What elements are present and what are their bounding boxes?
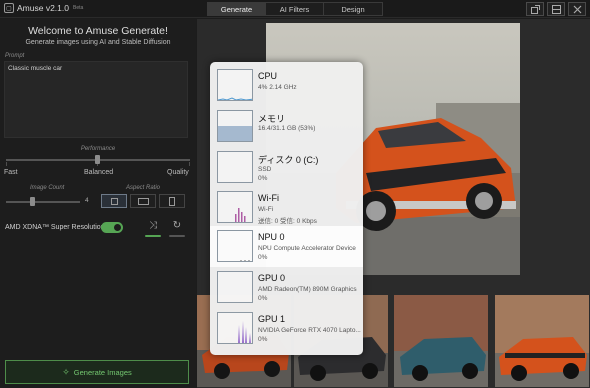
performance-slider-thumb[interactable]	[95, 155, 100, 164]
memory-fill	[218, 126, 252, 141]
app-name: Amuse v2.1.0	[17, 3, 69, 13]
perf-item-desc: 16.4/31.1 GB (53%)	[258, 125, 316, 132]
gpu1-graph	[217, 312, 253, 344]
app-title: ▢ Amuse v2.1.0 Beta	[4, 3, 83, 13]
perf-item-name: GPU 1	[258, 314, 286, 324]
app-badge: Beta	[72, 5, 84, 11]
perf-item-gpu0[interactable]: GPU 0 AMD Radeon(TM) 890M Graphics 0%	[210, 267, 363, 308]
aspect-square-button[interactable]	[101, 194, 127, 208]
tab-generate[interactable]: Generate	[208, 3, 266, 15]
perf-item-desc: NVIDIA GeForce RTX 4070 Lapto...	[258, 327, 361, 334]
disk-graph	[217, 151, 253, 183]
tick-fast: Fast	[4, 169, 18, 176]
perf-item-name: メモリ	[258, 114, 286, 124]
aspect-ratio-label: Aspect Ratio	[126, 185, 161, 191]
shuffle-icon[interactable]: ⤨	[146, 219, 160, 231]
square-icon	[110, 197, 118, 205]
aspect-landscape-button[interactable]	[130, 194, 156, 208]
perf-item-name: GPU 0	[258, 273, 286, 283]
welcome-subtitle: Generate images using AI and Stable Diff…	[25, 39, 171, 46]
title-bar: ▢ Amuse v2.1.0 Beta Generate AI Filters …	[0, 0, 590, 18]
perf-item-value: 送信: 0 受信: 0 Kbps	[258, 218, 317, 225]
cpu-graph	[217, 69, 253, 101]
memory-graph	[217, 110, 253, 142]
image-count-slider-track[interactable]	[6, 201, 80, 203]
performance-tick	[189, 162, 190, 166]
perf-item-name: CPU	[258, 71, 278, 81]
portrait-icon	[169, 196, 175, 206]
window-controls	[526, 2, 586, 16]
perf-item-gpu1[interactable]: GPU 1 NVIDIA GeForce RTX 4070 Lapto... 0…	[210, 308, 363, 349]
generate-images-button[interactable]: ✧ Generate Images	[5, 360, 189, 384]
wifi-graph	[217, 191, 253, 223]
perf-item-disk[interactable]: ディスク 0 (C:) SSD 0%	[210, 147, 363, 188]
perf-item-desc: SSD	[258, 166, 272, 173]
perf-item-desc: AMD Radeon(TM) 890M Graphics	[258, 286, 357, 293]
npu-graph	[217, 230, 253, 262]
perf-item-name: Wi-Fi	[258, 193, 279, 203]
performance-flyout: CPU 4% 2.14 GHz メモリ 16.4/31.1 GB (53%) デ…	[210, 62, 363, 355]
perf-item-value: 0%	[258, 336, 268, 343]
welcome-title: Welcome to Amuse Generate!	[28, 25, 168, 37]
perf-item-desc: Wi-Fi	[258, 206, 274, 213]
image-count-slider-thumb[interactable]	[30, 197, 35, 206]
tab-ai-filters[interactable]: AI Filters	[266, 3, 324, 15]
landscape-icon	[137, 197, 149, 205]
performance-tick	[6, 162, 7, 166]
shuffle-active-indicator	[145, 235, 161, 237]
refresh-icon[interactable]: ↻	[170, 219, 184, 231]
perf-item-value: 0%	[258, 295, 268, 302]
tick-balanced: Balanced	[84, 169, 114, 176]
aspect-portrait-button[interactable]	[159, 194, 185, 208]
window-icon[interactable]	[547, 2, 565, 16]
perf-item-desc: NPU Compute Accelerator Device	[258, 245, 356, 252]
perf-item-cpu[interactable]: CPU 4% 2.14 GHz	[210, 65, 363, 106]
mode-tabs: Generate AI Filters Design	[207, 2, 383, 16]
perf-item-name: NPU 0	[258, 232, 285, 242]
perf-item-wifi[interactable]: Wi-Fi Wi-Fi 送信: 0 受信: 0 Kbps	[210, 187, 363, 228]
perf-item-value: 0%	[258, 254, 268, 261]
prompt-label: Prompt	[5, 53, 25, 59]
prompt-input[interactable]: Classic muscle car	[4, 61, 188, 138]
thumbnail-image[interactable]	[394, 295, 488, 387]
image-count-label: Image Count	[30, 185, 65, 191]
generate-images-label: Generate Images	[73, 367, 132, 377]
perf-item-value: 0%	[258, 175, 268, 182]
settings-panel: Welcome to Amuse Generate! Generate imag…	[0, 19, 196, 388]
toggle-knob	[114, 224, 121, 231]
super-resolution-toggle[interactable]	[101, 222, 123, 233]
perf-item-name: ディスク 0 (C:)	[258, 155, 319, 165]
refresh-indicator	[169, 235, 185, 237]
popout-icon[interactable]	[526, 2, 544, 16]
gpu0-graph	[217, 271, 253, 303]
perf-item-npu[interactable]: NPU 0 NPU Compute Accelerator Device 0%	[210, 226, 363, 267]
perf-item-memory[interactable]: メモリ 16.4/31.1 GB (53%)	[210, 106, 363, 147]
close-icon[interactable]	[568, 2, 586, 16]
performance-label: Performance	[80, 146, 116, 152]
app-logo-icon: ▢	[4, 3, 14, 13]
perf-item-desc: 4% 2.14 GHz	[258, 84, 297, 91]
tick-quality: Quality	[167, 169, 189, 176]
super-resolution-label: AMD XDNA™ Super Resolution	[5, 224, 105, 231]
image-count-value: 4	[85, 197, 89, 204]
tab-design[interactable]: Design	[324, 3, 382, 15]
magic-wand-icon: ✧	[62, 366, 70, 377]
thumbnail-image[interactable]	[495, 295, 589, 387]
